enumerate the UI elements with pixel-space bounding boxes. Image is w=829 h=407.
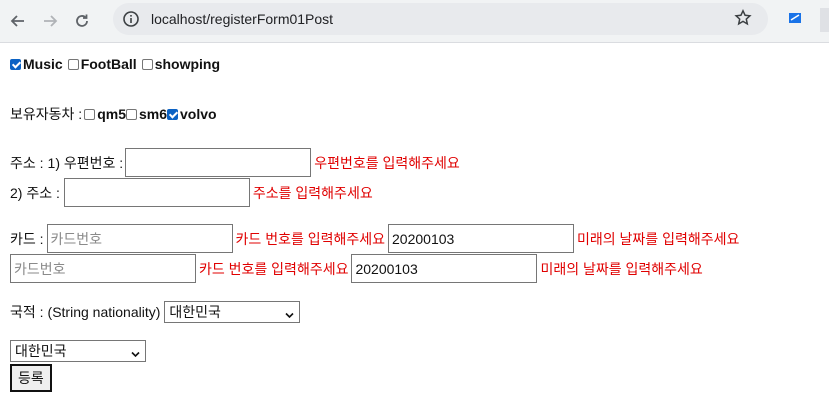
chevron-down-icon [131,346,140,358]
card-number-placeholder-1: 카드번호 [50,230,103,247]
address-label: 주소 : [10,154,44,171]
checkbox-volvo[interactable] [167,108,179,120]
forward-icon[interactable] [34,5,66,37]
site-info-icon[interactable] [121,9,141,29]
zip-label: 1) 우편번호 : [47,154,124,171]
extension-icon[interactable] [787,10,803,26]
card-label: 카드 : [10,230,44,247]
card-date-error-1: 미래의 날짜를 입력해주세요 [577,230,740,247]
card-date-error-2: 미래의 날짜를 입력해주세요 [540,260,703,277]
card-date-input-1[interactable]: 20200103 [388,224,575,253]
checkbox-qm5[interactable] [84,108,96,120]
browser-toolbar: localhost/registerForm01Post [0,0,829,43]
form-page: Music FootBall showping 보유자동차 : qm5 sm6 … [0,43,829,407]
checkbox-music[interactable] [10,58,21,70]
bookmark-star-icon[interactable] [734,9,752,32]
card-date-value-1: 20200103 [392,230,455,247]
hobby-label-music: Music [23,56,63,72]
menu-edge[interactable] [820,8,829,32]
zip-row: 주소 : 1) 우편번호 : 우편번호를 입력해주세요 [10,148,460,177]
car-label: 보유자동차 : [10,106,83,122]
nationality-selected-2: 대한민국 [15,343,67,359]
zip-error: 우편번호를 입력해주세요 [314,154,460,171]
car-label-qm5: qm5 [97,106,126,122]
reload-icon[interactable] [66,5,98,37]
nationality-selected: 대한민국 [169,304,221,320]
card-number-input-2[interactable]: 카드번호 [10,254,196,283]
checkbox-football[interactable] [67,58,79,70]
submit-row: 등록 [10,364,52,392]
card-number-error-1: 카드 번호를 입력해주세요 [235,230,386,247]
card-row-2: 카드번호 카드 번호를 입력해주세요 20200103 미래의 날짜를 입력해주… [10,254,703,283]
submit-button[interactable]: 등록 [10,364,52,392]
url-text: localhost/registerForm01Post [151,11,334,27]
address-bar[interactable]: localhost/registerForm01Post [113,3,768,35]
nationality-select-2[interactable]: 대한민국 [10,340,146,362]
card-date-input-2[interactable]: 20200103 [351,254,538,283]
nationality-row: 국적 : (String nationality) 대한민국 [10,301,301,323]
zip-input[interactable] [125,148,312,177]
hobby-label-showping: showping [154,56,221,72]
car-label-volvo: volvo [180,106,217,122]
card-number-error-2: 카드 번호를 입력해주세요 [199,260,349,277]
nationality-label: 국적 : [10,304,44,320]
addr-input[interactable] [63,178,250,207]
checkbox-sm6[interactable] [125,108,137,120]
hobby-row: Music FootBall showping [10,56,220,72]
addr-row: 2) 주소 : 주소를 입력해주세요 [10,178,373,207]
addr-error: 주소를 입력해주세요 [252,184,373,201]
nationality-hint: (String nationality) [47,304,161,320]
card-date-value-2: 20200103 [355,260,418,277]
chevron-down-icon [285,307,294,319]
back-icon[interactable] [2,5,34,37]
card-number-placeholder-2: 카드번호 [14,260,66,277]
car-row: 보유자동차 : qm5 sm6 volvo [10,104,217,124]
hobby-label-football: FootBall [80,56,137,72]
checkbox-showping[interactable] [141,58,153,70]
nationality-row-2: 대한민국 [10,340,146,362]
card-row-1: 카드 : 카드번호 카드 번호를 입력해주세요 20200103 미래의 날짜를… [10,224,739,253]
car-label-sm6: sm6 [138,106,168,122]
addr-label: 2) 주소 : [10,184,60,201]
nationality-select[interactable]: 대한민국 [164,301,301,323]
card-number-input-1[interactable]: 카드번호 [46,224,233,253]
